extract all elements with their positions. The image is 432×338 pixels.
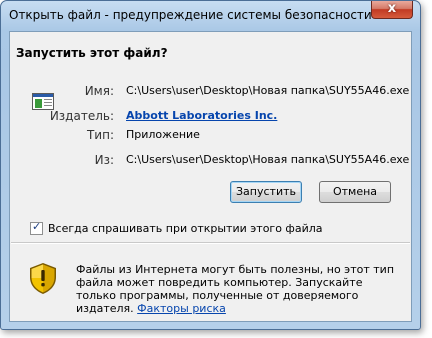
warning-text: Файлы из Интернета могут быть полезны, н… bbox=[76, 263, 396, 315]
run-button[interactable]: Запустить bbox=[230, 181, 302, 203]
always-ask-checkbox[interactable]: ✓ bbox=[30, 220, 43, 235]
window-title: Открыть файл - предупреждение системы бе… bbox=[9, 8, 372, 22]
close-icon: x bbox=[387, 1, 397, 16]
dialog-window: Открыть файл - предупреждение системы бе… bbox=[0, 0, 421, 330]
name-value: C:\Users\user\Desktop\Новая папка\SUY55A… bbox=[126, 84, 410, 97]
separator bbox=[11, 242, 410, 244]
from-value: C:\Users\user\Desktop\Новая папка\SUY55A… bbox=[126, 153, 410, 166]
dialog-content: Запустить этот файл? Имя: C:\Users\user\… bbox=[9, 31, 412, 322]
publisher-label: Издатель: bbox=[49, 109, 114, 123]
security-shield-icon bbox=[30, 263, 56, 294]
from-label: Из: bbox=[94, 153, 114, 167]
publisher-link[interactable]: Abbott Laboratories Inc. bbox=[126, 109, 277, 122]
name-label: Имя: bbox=[84, 84, 114, 98]
cancel-button[interactable]: Отмена bbox=[319, 181, 391, 203]
dialog-heading: Запустить этот файл? bbox=[16, 46, 168, 60]
always-ask-label[interactable]: Всегда спрашивать при открытии этого фай… bbox=[48, 222, 323, 235]
risk-factors-link[interactable]: Факторы риска bbox=[137, 302, 226, 315]
checkmark-icon: ✓ bbox=[32, 220, 42, 233]
type-value: Приложение bbox=[126, 128, 200, 141]
close-button[interactable]: x bbox=[371, 1, 413, 19]
title-bar[interactable]: Открыть файл - предупреждение системы бе… bbox=[1, 1, 420, 29]
type-label: Тип: bbox=[86, 128, 114, 142]
warning-message: Файлы из Интернета могут быть полезны, н… bbox=[76, 263, 395, 315]
